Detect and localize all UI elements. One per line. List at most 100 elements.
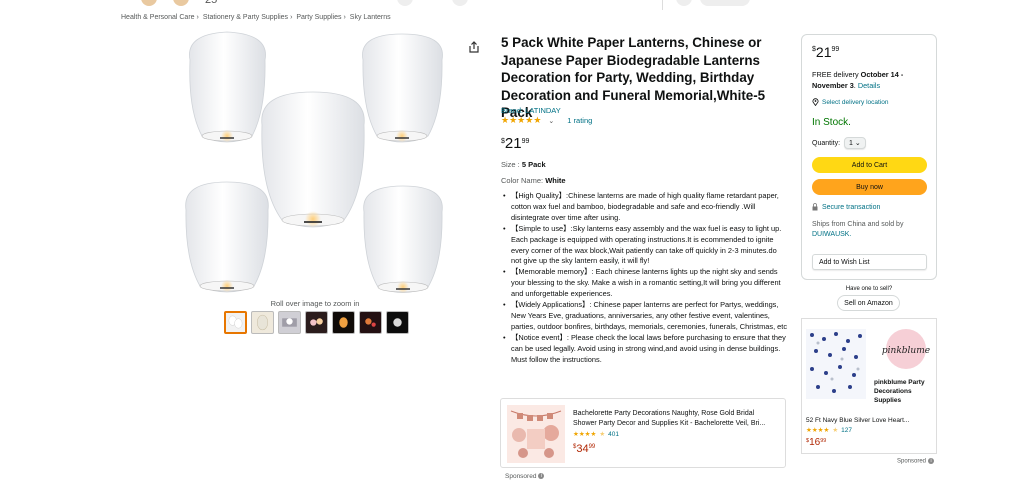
sponsored-product-image[interactable] (507, 405, 565, 463)
color-value: White (545, 176, 566, 185)
buy-box: $ 21 99 FREE delivery October 14 - Novem… (801, 34, 937, 280)
thumbnail[interactable] (305, 311, 328, 334)
star-rating[interactable]: ★ ★ ★ ★ ★ (501, 116, 541, 125)
lantern (189, 31, 266, 143)
brand-ad[interactable]: pinkblume pinkblume Party Decorations Su… (801, 318, 937, 454)
breadcrumb-item[interactable]: Sky Lanterns (350, 14, 391, 21)
top-thumb[interactable] (173, 0, 189, 6)
ad-rating-count[interactable]: 127 (841, 427, 852, 434)
top-strip: 25 (0, 0, 1024, 10)
price-fraction: 99 (588, 444, 596, 450)
color-label: Color Name: (501, 176, 546, 185)
top-thumb[interactable] (397, 0, 413, 6)
feature-bullet: 【Memorable memory】: Each chinese lantern… (503, 267, 788, 300)
price-whole: 21 (815, 44, 832, 60)
add-to-wishlist-button[interactable]: Add to Wish List (812, 254, 927, 270)
details-link[interactable]: Details (858, 81, 880, 90)
thumbnail[interactable] (386, 311, 409, 334)
info-icon[interactable]: i (538, 473, 545, 480)
top-thumb[interactable] (452, 0, 468, 6)
star-icon: ★ (501, 115, 510, 125)
ad-brand-name[interactable]: pinkblume Party Decorations Supplies (874, 379, 936, 405)
star-icon: ★ (509, 115, 518, 125)
breadcrumb-item[interactable]: Stationery & Party Supplies (203, 14, 288, 21)
thumbnail[interactable] (359, 311, 382, 334)
star-icon: ★★★★ (806, 427, 830, 434)
top-thumb[interactable] (141, 0, 157, 6)
sponsored-rating-count[interactable]: 401 (608, 431, 619, 438)
chevron-down-icon[interactable]: ⌄ (548, 117, 554, 125)
lantern-thumb-icon (339, 317, 348, 328)
star-half-icon: ★ (832, 427, 839, 434)
seller-link[interactable]: DUIWAUSK. (812, 231, 851, 238)
delivery-prefix: FREE delivery (812, 70, 861, 79)
thumbnail[interactable] (224, 311, 247, 334)
chevron-down-icon: ⌄ (854, 140, 861, 147)
lantern-thumb-icon (282, 318, 297, 327)
ad-rating[interactable]: ★★★★ ★ 127 (806, 427, 852, 434)
rating-row: ★ ★ ★ ★ ★ ⌄ 1 rating (501, 116, 592, 126)
secure-transaction[interactable]: Secure transaction (812, 203, 880, 211)
breadcrumb-item[interactable]: Party Supplies (296, 14, 341, 21)
share-icon[interactable] (467, 40, 481, 54)
lantern (261, 91, 365, 228)
sponsored-rating[interactable]: ★★★★ ★ 401 (573, 431, 619, 438)
ad-price: $ 16 99 (806, 437, 826, 448)
top-thumb[interactable] (700, 0, 750, 6)
quantity-value: 1 (849, 140, 853, 147)
price-fraction: 99 (521, 138, 530, 145)
size-selector: Size : 5 Pack (501, 160, 546, 169)
location-link[interactable]: Select delivery location (822, 99, 888, 106)
lantern-thumb-icon (228, 315, 243, 329)
star-icon: ★★★★ (573, 431, 597, 438)
rating-count-link[interactable]: 1 rating (567, 116, 592, 125)
thumbnail[interactable] (332, 311, 355, 334)
lock-icon (812, 203, 818, 211)
ships-from-text: Ships from China and sold by (812, 221, 904, 228)
top-thumb[interactable] (676, 0, 692, 6)
lantern-thumb-icon (256, 314, 269, 331)
buy-now-button[interactable]: Buy now (812, 179, 927, 195)
lantern-thumb-icon (393, 318, 402, 327)
thumbnail[interactable] (251, 311, 274, 334)
star-icon: ★ (517, 115, 526, 125)
star-icon: ★ (525, 115, 534, 125)
sponsored-label-text: Sponsored (505, 473, 537, 480)
pinkblume-logo[interactable]: pinkblume (878, 323, 934, 379)
lantern (362, 33, 443, 143)
quantity-label: Quantity: (812, 139, 841, 147)
thumbnail-strip (224, 311, 409, 334)
top-divider (662, 0, 663, 10)
sponsored-price: $ 34 99 (573, 443, 595, 455)
quantity-select[interactable]: 1 ⌄ (844, 137, 866, 149)
secure-transaction-label[interactable]: Secure transaction (822, 204, 880, 211)
main-product-image[interactable] (180, 30, 450, 298)
stock-status: In Stock. (812, 117, 851, 128)
price-whole: 34 (576, 443, 589, 455)
price-whole: 16 (809, 437, 821, 448)
feature-bullet: 【Simple to use】:Sky lanterns easy assemb… (503, 224, 788, 268)
location-pin-icon (812, 98, 819, 106)
feature-bullet: 【Widely Applications】: Chinese paper lan… (503, 300, 788, 333)
price-fraction: 99 (820, 438, 827, 444)
sponsored-label: Sponsored i (505, 473, 545, 480)
sponsored-product-card[interactable]: Bachelorette Party Decorations Naughty, … (500, 398, 786, 468)
thumbnail[interactable] (278, 311, 301, 334)
sell-on-amazon-button[interactable]: Sell on Amazon (837, 295, 900, 311)
sponsored-label: Sponsored i (897, 458, 935, 465)
info-icon[interactable]: i (928, 458, 935, 464)
add-to-cart-button[interactable]: Add to Cart (812, 157, 927, 173)
sponsored-product-title[interactable]: Bachelorette Party Decorations Naughty, … (573, 409, 778, 428)
quantity-row: Quantity: 1 ⌄ (812, 137, 866, 149)
select-location[interactable]: Select delivery location (812, 98, 888, 106)
star-icon: ★ (533, 115, 542, 125)
zoom-hint: Roll over image to zoom in (270, 299, 360, 308)
brand-link[interactable]: Brand: LATINDAY (501, 106, 561, 115)
lantern-thumb-icon (365, 318, 376, 327)
delivery-info: FREE delivery October 14 - November 3. D… (812, 70, 932, 91)
ships-from: Ships from China and sold by DUIWAUSK. (812, 220, 930, 240)
breadcrumb-item[interactable]: Health & Personal Care (121, 14, 195, 21)
ad-product-image[interactable] (806, 329, 866, 399)
ad-product-title[interactable]: 52 Ft Navy Blue Silver Love Heart... (806, 417, 934, 424)
sponsored-label-text: Sponsored (897, 458, 927, 465)
